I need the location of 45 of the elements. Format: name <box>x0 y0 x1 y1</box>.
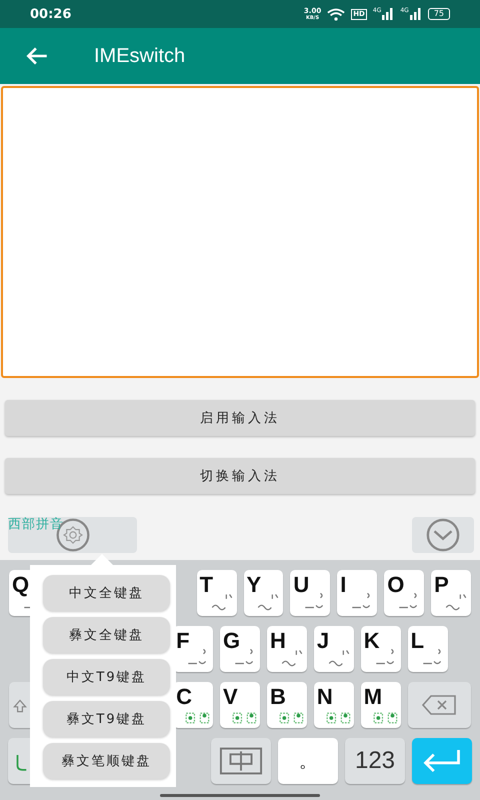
enter-key[interactable] <box>412 738 472 784</box>
letter-key[interactable]: K <box>360 626 401 672</box>
shift-arrow-icon <box>12 698 28 714</box>
syllable-glyphs-drawing <box>326 712 352 724</box>
letter-key[interactable]: F <box>173 626 214 672</box>
letter-key[interactable]: T <box>196 570 236 616</box>
menu-item[interactable]: 彝文T9键盘 <box>43 701 170 737</box>
action-button[interactable]: 启用输入法 <box>5 400 475 436</box>
letter-key[interactable]: L <box>408 626 448 672</box>
syllable-glyphs-drawing <box>372 712 399 724</box>
framed-glyph-icon <box>219 746 263 776</box>
syllable-glyphs-drawing <box>232 712 258 724</box>
menu-item[interactable]: 中文T9键盘 <box>43 659 170 695</box>
letter-key[interactable]: H <box>266 626 307 672</box>
wifi-icon <box>327 8 346 20</box>
action-button[interactable]: 切换输入法 <box>5 458 475 494</box>
letter-key[interactable]: V <box>220 682 260 728</box>
menu-item[interactable]: 彝文笔顺键盘 <box>43 743 170 779</box>
menu-item[interactable]: 彝文全键盘 <box>43 617 170 653</box>
letter-key[interactable]: Y <box>244 570 284 616</box>
numbers-key[interactable]: 123 <box>345 738 405 784</box>
delete-key[interactable] <box>408 682 471 728</box>
letter-key[interactable]: I <box>337 570 378 616</box>
syllable-glyphs-drawing <box>185 712 212 724</box>
letter-key[interactable]: P <box>431 570 471 616</box>
menu-item[interactable]: 中文全键盘 <box>43 575 170 611</box>
letter-key[interactable]: M <box>360 682 401 728</box>
clock-time: 00:26 <box>30 6 72 22</box>
ime-name: 西部拼音 <box>8 516 64 533</box>
letter-key[interactable]: J <box>314 626 354 672</box>
letter-key[interactable]: C <box>173 682 214 728</box>
letter-key[interactable]: O <box>384 570 424 616</box>
app-title: IMEswitch <box>94 44 186 68</box>
battery-indicator: 75 <box>428 8 450 20</box>
letter-key[interactable]: U <box>290 570 330 616</box>
period-key[interactable]: 。 <box>278 738 338 784</box>
letter-key[interactable]: N <box>314 682 354 728</box>
letter-key[interactable]: G <box>220 626 260 672</box>
language-switch-key[interactable] <box>211 738 271 784</box>
syllable-glyphs-drawing <box>278 712 305 724</box>
collapse-keyboard-button[interactable] <box>412 517 474 553</box>
settings-button[interactable] <box>8 517 137 553</box>
backspace-icon <box>421 694 458 716</box>
text-input-field[interactable] <box>1 86 479 378</box>
letter-key[interactable]: B <box>266 682 307 728</box>
